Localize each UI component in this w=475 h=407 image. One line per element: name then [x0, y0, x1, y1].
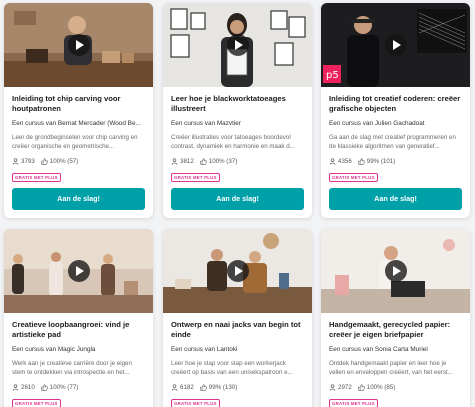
plus-badge: GRATIS MET PLUS: [12, 173, 61, 182]
plus-badge: GRATIS MET PLUS: [329, 173, 378, 182]
play-icon[interactable]: [226, 34, 249, 56]
thumbs-up-icon: [41, 158, 48, 165]
course-thumbnail[interactable]: [4, 3, 153, 87]
plus-badge: GRATIS MET PLUS: [171, 173, 220, 182]
course-description: Creëer illustraties voor tatoeages boord…: [171, 134, 295, 150]
thumbs-up-icon: [358, 158, 365, 165]
course-description: Ontdek handgemaakt papier en leer hoe je…: [329, 360, 453, 376]
plus-badge: GRATIS MET PLUS: [329, 399, 378, 407]
course-title[interactable]: Handgemaakt, gerecycled papier: creëer j…: [329, 320, 462, 340]
course-card[interactable]: Handgemaakt, gerecycled papier: creëer j…: [321, 229, 470, 407]
course-teacher: Een cursus van Bernat Mercader (Wood Be.…: [12, 120, 141, 127]
students-count: 2972: [338, 384, 352, 391]
course-thumbnail[interactable]: [321, 229, 470, 313]
person-icon: [12, 384, 19, 391]
course-description: Leer de grondbeginselen voor chip carvin…: [12, 134, 138, 150]
rating: 100% (37): [208, 158, 238, 165]
course-thumbnail[interactable]: [163, 229, 312, 313]
person-icon: [329, 158, 336, 165]
course-teacher: Een cursus van Mazvtier: [171, 120, 241, 127]
play-icon[interactable]: [384, 34, 407, 56]
rating: 100% (77): [49, 384, 79, 391]
course-teacher: Een cursus van Sonia Carta Muriel: [329, 346, 428, 353]
play-icon[interactable]: [384, 260, 407, 282]
course-stats: 2610 100% (77): [12, 383, 145, 392]
course-description: Werk aan je creatieve carrière door je e…: [12, 360, 132, 376]
course-thumbnail[interactable]: p5: [321, 3, 470, 87]
course-stats: 6182 99% (130): [171, 383, 304, 392]
start-button[interactable]: Aan de slag!: [171, 188, 304, 210]
course-description: Ga aan de slag met creatief programmeren…: [329, 134, 456, 150]
course-stats: 4356 99% (101): [329, 157, 462, 166]
students-count: 2610: [21, 384, 35, 391]
course-title[interactable]: Creatieve loopbaangroei: vind je artisti…: [12, 320, 145, 340]
rating: 100% (57): [49, 158, 79, 165]
start-button[interactable]: Aan de slag!: [329, 188, 462, 210]
course-title[interactable]: Ontwerp en naai jacks van begin tot eind…: [171, 320, 304, 340]
person-icon: [329, 384, 336, 391]
course-thumbnail[interactable]: [163, 3, 312, 87]
course-card[interactable]: Ontwerp en naai jacks van begin tot eind…: [163, 229, 312, 407]
start-button[interactable]: Aan de slag!: [12, 188, 145, 210]
play-icon[interactable]: [67, 260, 90, 282]
course-card[interactable]: p5 Inleiding tot creatief coderen: creëe…: [321, 3, 470, 218]
students-count: 6182: [180, 384, 194, 391]
course-teacher: Een cursus van Magic Jungla: [12, 346, 96, 353]
play-icon[interactable]: [226, 260, 249, 282]
students-count: 3793: [21, 158, 35, 165]
course-card[interactable]: Creatieve loopbaangroei: vind je artisti…: [4, 229, 153, 407]
rating: 100% (85): [366, 384, 396, 391]
course-description: Leer hoe je stap voor stap een workerjac…: [171, 360, 293, 376]
thumbs-up-icon: [358, 384, 365, 391]
students-count: 4356: [338, 158, 352, 165]
course-stats: 2972 100% (85): [329, 383, 462, 392]
plus-badge: GRATIS MET PLUS: [12, 399, 61, 407]
course-title[interactable]: Leer hoe je blackworktatoeages illustree…: [171, 94, 304, 114]
students-count: 3812: [180, 158, 194, 165]
course-teacher: Een cursus van Lantoki: [171, 346, 238, 353]
rating: 99% (130): [208, 384, 238, 391]
course-card[interactable]: Leer hoe je blackworktatoeages illustree…: [163, 3, 312, 218]
plus-badge: GRATIS MET PLUS: [171, 399, 220, 407]
thumbs-up-icon: [200, 384, 207, 391]
course-title[interactable]: Inleiding tot chip carving voor houtpatr…: [12, 94, 145, 114]
course-title[interactable]: Inleiding tot creatief coderen: creëer g…: [329, 94, 462, 114]
thumbs-up-icon: [41, 384, 48, 391]
thumbs-up-icon: [200, 158, 207, 165]
course-stats: 3812 100% (37): [171, 157, 304, 166]
course-thumbnail[interactable]: [4, 229, 153, 313]
course-teacher: Een cursus van Julien Gachadoat: [329, 120, 425, 127]
course-stats: 3793 100% (57): [12, 157, 145, 166]
person-icon: [171, 158, 178, 165]
person-icon: [171, 384, 178, 391]
course-card[interactable]: Inleiding tot chip carving voor houtpatr…: [4, 3, 153, 218]
p5-logo: p5: [326, 70, 339, 81]
person-icon: [12, 158, 19, 165]
rating: 99% (101): [366, 158, 396, 165]
play-icon[interactable]: [67, 34, 90, 56]
